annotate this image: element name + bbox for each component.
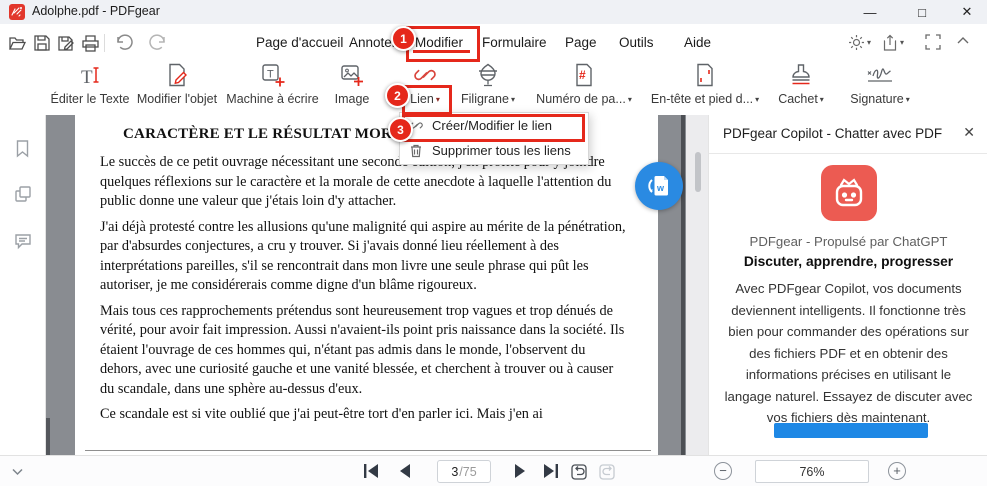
pdfgear-logo-icon <box>9 4 25 20</box>
copilot-tagline: Discuter, apprendre, progresser <box>743 254 954 269</box>
left-scrollbar-thumb[interactable] <box>46 418 50 455</box>
menu-modifier[interactable]: Modifier <box>415 35 463 50</box>
menu-aide[interactable]: Aide <box>684 35 711 50</box>
panel-scrollbar-thumb[interactable] <box>695 152 701 192</box>
pdf-page: CARACTÈRE ET LE RÉSULTAT MORAL Le succès… <box>75 115 658 455</box>
header-footer-icon <box>642 58 768 88</box>
menu-item-supprimer-tous-les-liens[interactable]: Supprimer tous les liens <box>400 138 588 163</box>
menu-page-accueil[interactable]: Page d'accueil <box>256 35 343 50</box>
caret-down-icon: ▾ <box>900 38 905 47</box>
menu-page[interactable]: Page <box>565 35 597 50</box>
previous-page-button[interactable] <box>398 461 412 481</box>
document-viewport[interactable]: CARACTÈRE ET LE RÉSULTAT MORAL Le succès… <box>46 115 686 455</box>
svg-text:#: # <box>579 68 586 82</box>
caret-down-icon: ▾ <box>819 95 824 104</box>
menu-outils[interactable]: Outils <box>619 35 654 50</box>
fullscreen-icon[interactable] <box>925 34 941 50</box>
step-badge-3: 3 <box>388 117 413 142</box>
menu-formulaire[interactable]: Formulaire <box>482 35 547 50</box>
zoom-out-button[interactable]: − <box>714 462 732 480</box>
next-page-button[interactable] <box>513 461 527 481</box>
caret-down-icon: ▾ <box>510 95 515 104</box>
svg-text:w: w <box>656 183 665 193</box>
close-button[interactable]: ✕ <box>950 0 984 24</box>
window-title: Adolphe.pdf - PDFgear <box>32 4 160 18</box>
comments-icon[interactable] <box>14 232 32 255</box>
paragraph: Ce scandale est si vite oublié que j'ai … <box>100 406 543 422</box>
step-badge-2: 2 <box>385 83 410 108</box>
zoom-level: 76% <box>799 464 825 479</box>
copilot-close-icon[interactable]: ✕ <box>963 124 975 141</box>
left-sidebar <box>0 115 46 455</box>
share-icon[interactable]: ▾ <box>882 34 904 51</box>
tool-signature[interactable]: Signature ▾ <box>840 58 920 112</box>
tool-filigrane[interactable]: Filigrane ▾ <box>452 58 524 112</box>
copilot-title: PDFgear Copilot - Chatter avec PDF <box>723 126 943 141</box>
maximize-button[interactable]: □ <box>905 0 939 24</box>
next-view-button[interactable] <box>598 461 617 481</box>
page-number-icon: # <box>528 58 640 88</box>
caret-down-icon: ▾ <box>755 95 760 104</box>
current-page: 3 <box>451 464 459 479</box>
caret-down-icon: ▾ <box>627 95 632 104</box>
caret-down-icon: ▾ <box>435 95 440 104</box>
bookmarks-icon[interactable] <box>14 139 31 163</box>
redo-icon[interactable] <box>146 32 168 54</box>
signature-icon <box>840 58 920 88</box>
collapse-ribbon-icon[interactable] <box>956 34 970 48</box>
toolbar-separator <box>104 34 105 52</box>
minimize-button[interactable]: — <box>853 0 887 24</box>
undo-icon[interactable] <box>114 32 136 54</box>
open-file-icon[interactable] <box>6 32 28 54</box>
caret-down-icon: ▾ <box>905 95 910 104</box>
zoom-in-button[interactable]: + <box>888 462 906 480</box>
tool-machine-a-ecrire[interactable]: T Machine à écrire <box>213 58 332 112</box>
step-badge-1: 1 <box>391 26 416 51</box>
typewriter-icon: T <box>213 58 332 88</box>
link-dropdown-menu: Créer/Modifier le lien Supprimer tous le… <box>399 112 589 165</box>
last-page-button[interactable] <box>542 461 560 481</box>
pdfgear-window: Adolphe.pdf - PDFgear — □ ✕ Page d'accue… <box>0 0 987 486</box>
image-icon <box>319 58 385 88</box>
modifier-active-underline <box>413 50 470 53</box>
zoom-level-input[interactable]: 76% <box>755 460 869 483</box>
title-bar: Adolphe.pdf - PDFgear — □ ✕ <box>0 0 987 24</box>
tool-numero-de-page[interactable]: # Numéro de pa... ▾ <box>528 58 640 112</box>
svg-text:T: T <box>81 67 93 88</box>
caret-down-icon: ▾ <box>867 38 872 47</box>
panel-scrollbar-track[interactable] <box>686 115 708 455</box>
paragraph: J'ai déjà protesté contre les allusions … <box>100 218 626 294</box>
page-section-divider <box>85 450 651 451</box>
tool-entete-et-pied[interactable]: En-tête et pied d... ▾ <box>642 58 768 112</box>
copilot-header: PDFgear Copilot - Chatter avec PDF ✕ <box>709 115 987 154</box>
copilot-action-button[interactable] <box>774 423 928 438</box>
menu-annoter[interactable]: Annoter <box>349 35 396 50</box>
copilot-brand-text: PDFgear - Propulsé par ChatGPT <box>749 234 948 249</box>
first-page-button[interactable] <box>362 461 380 481</box>
svg-text:T: T <box>267 69 274 81</box>
stamp-icon <box>770 58 832 88</box>
link-icon <box>398 58 452 88</box>
copilot-description: Avec PDFgear Copilot, vos documents devi… <box>724 281 973 425</box>
print-icon[interactable] <box>79 32 101 54</box>
save-as-icon[interactable] <box>55 32 77 54</box>
status-bar: 3 /75 − 76% + <box>0 455 987 486</box>
tool-image[interactable]: Image <box>319 58 385 112</box>
ribbon: Page d'accueil Annoter Modifier Formulai… <box>0 24 987 115</box>
paragraph: Mais tous ces rapprochements prétendus s… <box>100 302 625 397</box>
watermark-icon <box>452 58 524 88</box>
theme-icon[interactable]: ▾ <box>848 34 871 51</box>
document-scrollbar-thumb[interactable] <box>681 115 685 455</box>
total-pages: /75 <box>459 464 477 479</box>
page-number-input[interactable]: 3 /75 <box>437 460 491 483</box>
tool-cachet[interactable]: Cachet ▾ <box>770 58 832 112</box>
save-icon[interactable] <box>31 32 53 54</box>
collapse-bottom-icon[interactable] <box>10 461 25 481</box>
menu-item-creer-modifier-le-lien[interactable]: Créer/Modifier le lien <box>400 113 588 138</box>
copilot-robot-icon <box>821 165 877 221</box>
previous-view-button[interactable] <box>570 461 589 481</box>
convert-to-word-button[interactable]: w <box>635 162 683 210</box>
copilot-panel: PDFgear Copilot - Chatter avec PDF ✕ PDF… <box>708 115 987 455</box>
page-thumbnails-icon[interactable] <box>14 185 32 208</box>
